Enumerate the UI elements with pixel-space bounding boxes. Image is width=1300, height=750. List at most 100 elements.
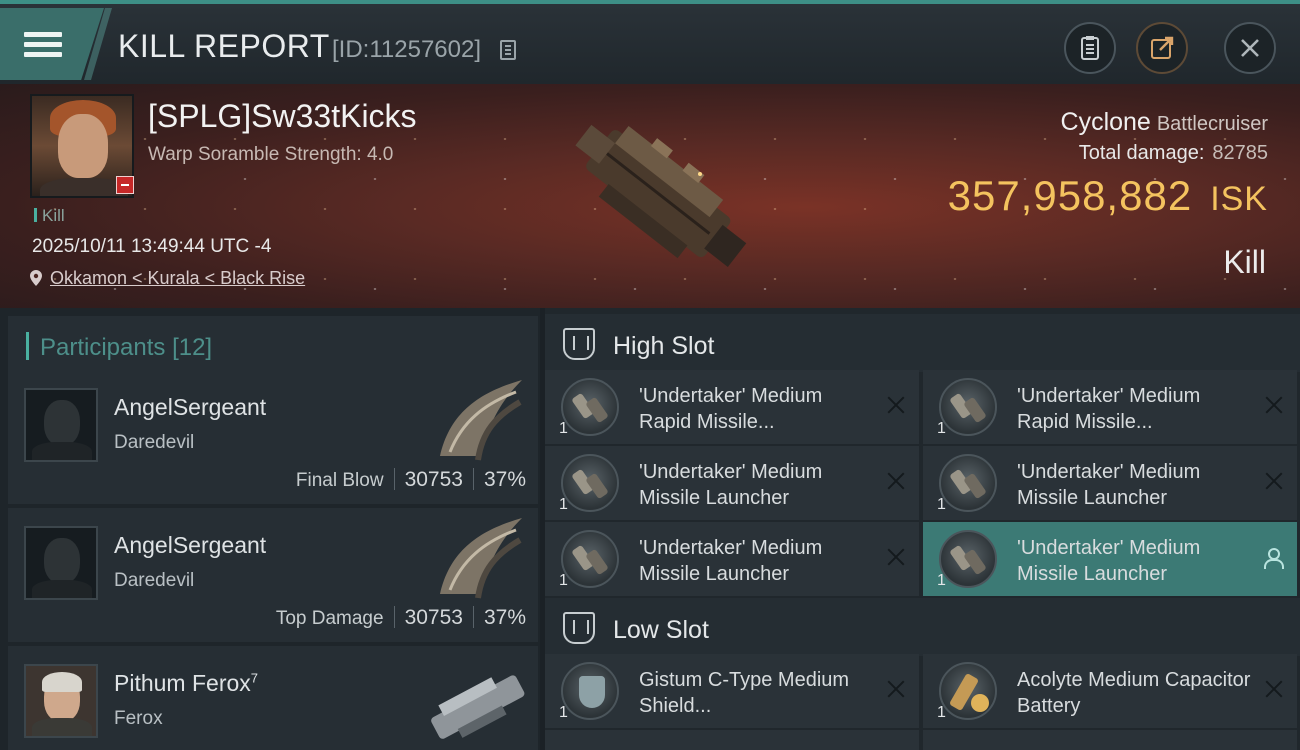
standing-badge: [116, 176, 134, 194]
participant-damage: 30753: [404, 468, 463, 491]
location-text: Okkamon < Kurala < Black Rise: [50, 268, 306, 288]
kill-result: Kill: [1223, 244, 1266, 280]
participant-percent: 37%: [483, 606, 526, 629]
victim-ship-name: Cyclone: [1060, 108, 1151, 136]
participant-name-text: Pithum Ferox: [114, 670, 251, 696]
destroyed-icon: [1265, 680, 1283, 698]
close-button[interactable]: [1224, 22, 1276, 74]
module-item[interactable]: 1 'Undertaker' Medium Missile Launcher: [923, 446, 1297, 520]
participant-ship: Daredevil: [114, 432, 195, 453]
destroyed-icon: [887, 680, 905, 698]
module-qty: 1: [937, 572, 946, 589]
close-icon: [1241, 39, 1259, 57]
total-damage-label: Total damage:: [1078, 142, 1205, 164]
shield-extender-icon: [561, 662, 619, 720]
low-slot-label: Low Slot: [613, 616, 709, 644]
participant-stats: Final Blow 30753 37%: [296, 468, 526, 492]
page-title: KILL REPORT: [118, 28, 330, 64]
module-item[interactable]: 1 'Undertaker' Medium Missile Launcher: [545, 446, 919, 520]
module-name: 'Undertaker' Medium Rapid Missile...: [639, 385, 823, 433]
participant-ship-image: [440, 518, 522, 599]
participant-name-sup: 7: [250, 670, 258, 686]
location-pin-icon: [30, 270, 42, 286]
module-name: 'Undertaker' Medium Rapid Missile...: [1017, 385, 1201, 433]
participant-avatar: [24, 388, 98, 462]
missile-launcher-icon: [939, 530, 997, 588]
participants-header: Participants [12]: [8, 316, 538, 370]
share-button[interactable]: [1136, 22, 1188, 74]
module-item-partial[interactable]: [923, 730, 1297, 750]
module-item-selected[interactable]: 1 'Undertaker' Medium Missile Launcher: [923, 522, 1297, 596]
destroyed-icon: [1265, 472, 1283, 490]
person-icon: [1263, 548, 1284, 569]
participant-avatar: [24, 526, 98, 600]
fitting-panel: High Slot 1 'Undertaker' Medium Rapid Mi…: [545, 308, 1300, 750]
module-name: 'Undertaker' Medium Missile Launcher: [639, 461, 823, 509]
participant-row[interactable]: AngelSergeant Daredevil Top Damage 30753 3…: [8, 508, 538, 642]
participant-ship: Ferox: [114, 708, 163, 729]
isk-unit: ISK: [1210, 180, 1268, 218]
low-slot-header: Low Slot: [545, 598, 1300, 656]
participants-count: [12]: [172, 334, 213, 361]
destroyed-icon: [887, 396, 905, 414]
victim-ship-image: [575, 124, 747, 267]
destroyed-icon: [887, 472, 905, 490]
module-qty: 1: [937, 496, 946, 513]
module-qty: 1: [559, 704, 568, 721]
module-item[interactable]: 1 Acolyte Medium Capacitor Battery: [923, 654, 1297, 728]
participant-percent: 37%: [483, 468, 526, 491]
participants-label: Participants: [40, 334, 166, 361]
copy-icon[interactable]: [500, 40, 516, 60]
capacitor-battery-icon: [939, 662, 997, 720]
participant-name: AngelSergeant: [114, 532, 267, 558]
missile-launcher-icon: [561, 378, 619, 436]
kill-location-link[interactable]: Okkamon < Kurala < Black Rise: [30, 268, 305, 289]
kill-tag: Kill: [34, 206, 65, 226]
high-slot-label: High Slot: [613, 332, 715, 360]
participant-ship-image: [440, 380, 522, 461]
total-damage-value: 82785: [1212, 142, 1268, 164]
isk-value: 357,958,882 ISK: [948, 172, 1268, 220]
module-name: 'Undertaker' Medium Missile Launcher: [639, 537, 823, 585]
module-name: 'Undertaker' Medium Missile Launcher: [1017, 461, 1201, 509]
menu-icon: [24, 27, 62, 62]
clipboard-icon: [1081, 36, 1099, 60]
victim-pilot-name[interactable]: [SPLG]Sw33tKicks: [148, 98, 417, 135]
participant-name: Pithum Ferox7: [114, 670, 258, 697]
participant-damage: 30753: [404, 606, 463, 629]
destroyed-icon: [1265, 396, 1283, 414]
module-qty: 1: [937, 704, 946, 721]
participant-name: AngelSergeant: [114, 394, 267, 420]
missile-launcher-icon: [561, 454, 619, 512]
participant-row[interactable]: Pithum Ferox7 Ferox: [8, 646, 538, 750]
total-damage: Total damage: 82785: [1079, 142, 1268, 165]
participant-stats: Top Damage 30753 37%: [276, 606, 526, 630]
module-item[interactable]: 1 Gistum C-Type Medium Shield...: [545, 654, 919, 728]
module-item[interactable]: 1 'Undertaker' Medium Missile Launcher: [545, 522, 919, 596]
clipboard-button[interactable]: [1064, 22, 1116, 74]
missile-launcher-icon: [939, 378, 997, 436]
module-qty: 1: [559, 496, 568, 513]
high-slot-icon: [563, 328, 595, 360]
report-id: [ID:11257602]: [332, 36, 482, 63]
participant-ship-image: [431, 675, 525, 739]
missile-launcher-icon: [939, 454, 997, 512]
module-item[interactable]: 1 'Undertaker' Medium Rapid Missile...: [545, 370, 919, 444]
participants-panel: Participants [12] AngelSergeant Daredevi…: [0, 308, 540, 750]
participant-row[interactable]: AngelSergeant Daredevil Final Blow 30753 3…: [8, 370, 538, 504]
scramble-strength: Warp Soramble Strength: 4.0: [148, 144, 394, 165]
participant-tag: Final Blow: [295, 470, 384, 491]
module-name: 'Undertaker' Medium Missile Launcher: [1017, 537, 1201, 585]
missile-launcher-icon: [561, 530, 619, 588]
victim-ship-type: Cyclone Battlecruiser: [1061, 108, 1268, 137]
isk-amount: 357,958,882: [947, 172, 1193, 219]
module-item[interactable]: 1 'Undertaker' Medium Rapid Missile...: [923, 370, 1297, 444]
share-icon: [1151, 36, 1174, 59]
module-name: Acolyte Medium Capacitor Battery: [1017, 669, 1251, 717]
high-slot-header: High Slot: [545, 314, 1300, 372]
module-qty: 1: [559, 572, 568, 589]
header-bar: KILL REPORT [ID:11257602]: [0, 0, 1300, 84]
participant-tag: Top Damage: [275, 608, 384, 629]
module-item-partial[interactable]: [545, 730, 919, 750]
kill-datetime: 2025/10/11 13:49:44 UTC -4: [32, 236, 272, 257]
